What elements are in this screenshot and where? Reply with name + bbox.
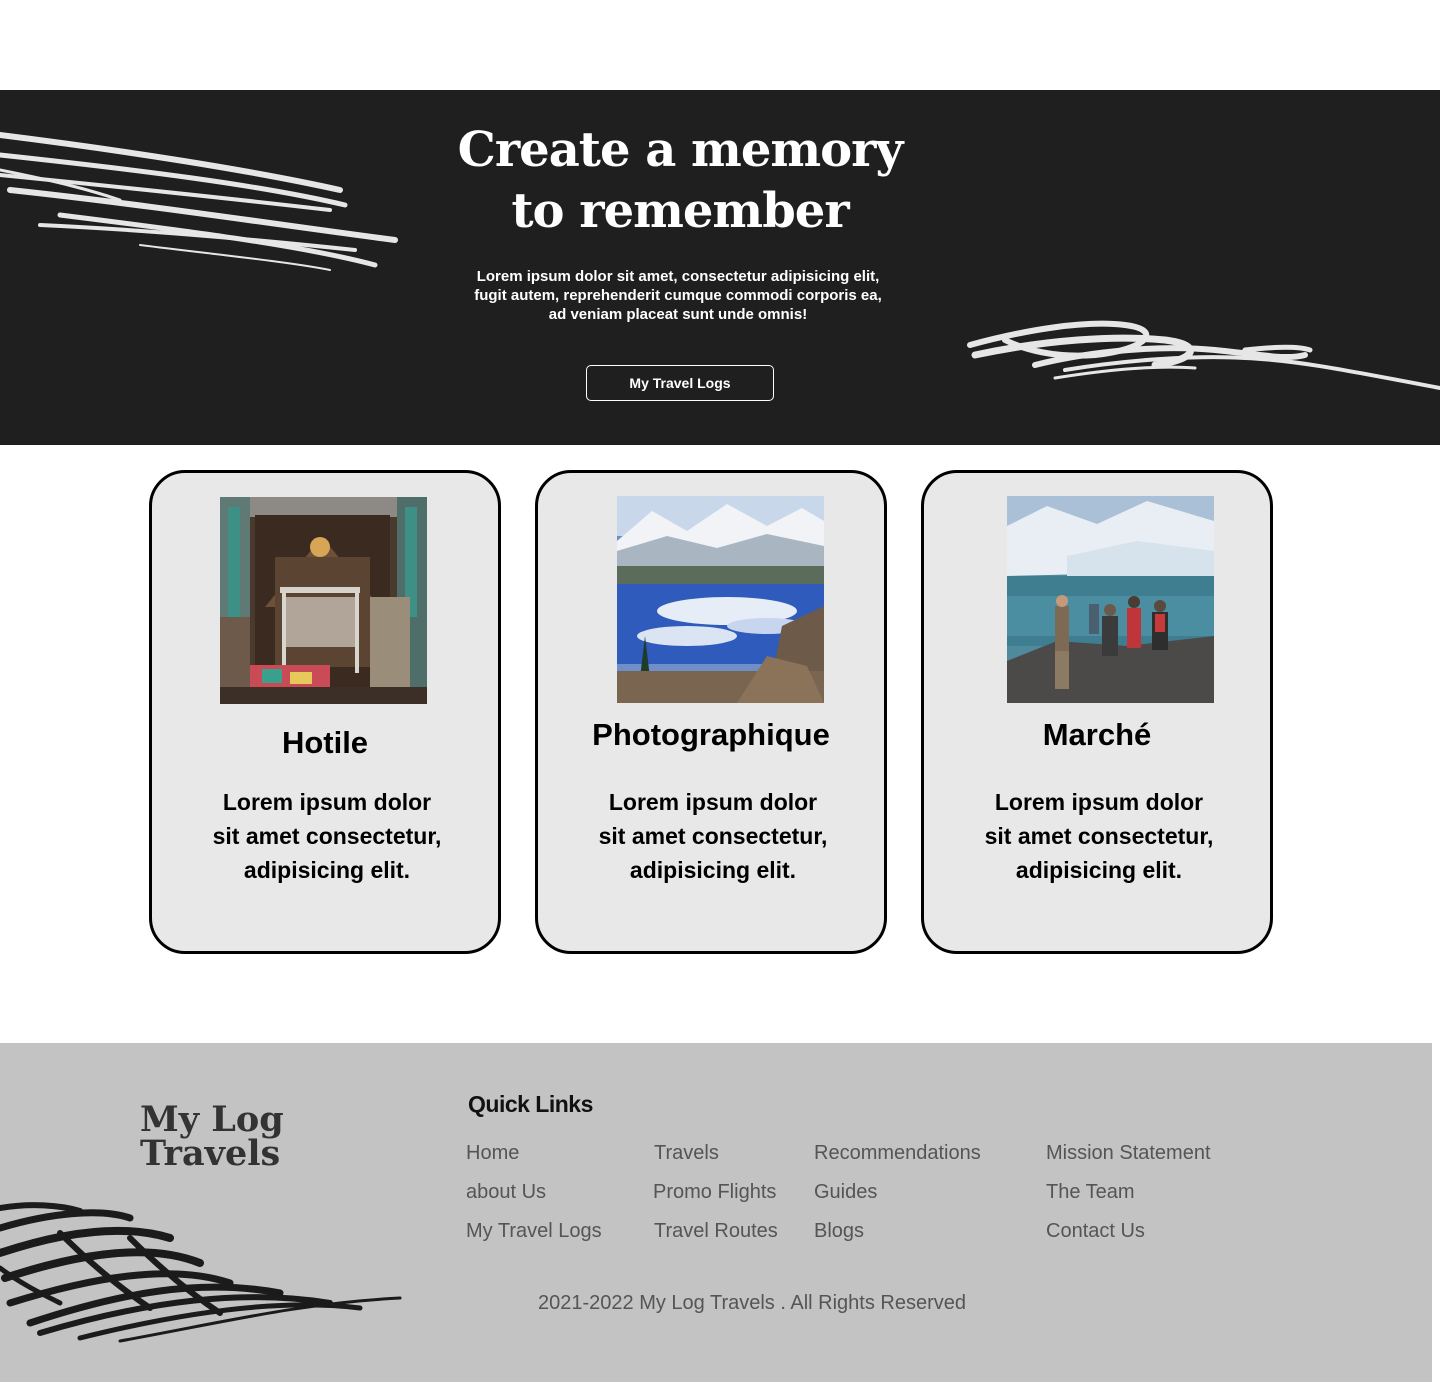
hero-banner: Create a memory to remember Lorem ipsum … bbox=[0, 90, 1440, 445]
footer-link-the-team[interactable]: The Team bbox=[1046, 1180, 1135, 1204]
footer-logo[interactable]: My Log Travels bbox=[140, 1102, 360, 1171]
card-hotile[interactable]: Hotile Lorem ipsum dolor sit amet consec… bbox=[149, 470, 501, 954]
hero-title: Create a memory to remember bbox=[457, 122, 904, 239]
footer-link-blogs[interactable]: Blogs bbox=[814, 1219, 864, 1243]
copyright-text: 2021-2022 My Log Travels . All Rights Re… bbox=[538, 1292, 966, 1314]
footer-link-mission-statement[interactable]: Mission Statement bbox=[1046, 1141, 1211, 1165]
my-travel-logs-button[interactable]: My Travel Logs bbox=[586, 365, 774, 401]
glacier-hikers-image bbox=[1007, 496, 1214, 703]
footer-link-my-travel-logs[interactable]: My Travel Logs bbox=[466, 1219, 602, 1243]
card-marche[interactable]: Marché Lorem ipsum dolor sit amet consec… bbox=[921, 470, 1273, 954]
footer-link-recommendations[interactable]: Recommendations bbox=[814, 1141, 981, 1165]
brush-stroke-decoration bbox=[0, 1202, 402, 1343]
hero-description: Lorem ipsum dolor sit amet, consectetur … bbox=[474, 268, 882, 323]
quick-links-title: Quick Links bbox=[468, 1091, 593, 1117]
hotel-room-image bbox=[220, 497, 427, 704]
card-title: Photographique bbox=[592, 717, 830, 752]
footer-link-promo-flights[interactable]: Promo Flights bbox=[653, 1180, 776, 1204]
footer-link-contact-us[interactable]: Contact Us bbox=[1046, 1219, 1145, 1243]
footer-link-about[interactable]: about Us bbox=[466, 1180, 546, 1204]
card-description: Lorem ipsum dolor sit amet consectetur, … bbox=[984, 789, 1214, 883]
card-photographique[interactable]: Photographique Lorem ipsum dolor sit ame… bbox=[535, 470, 887, 954]
mountain-lake-image bbox=[617, 496, 824, 703]
footer-link-home[interactable]: Home bbox=[466, 1141, 519, 1165]
card-description: Lorem ipsum dolor sit amet consectetur, … bbox=[212, 789, 442, 883]
brush-stroke-decoration bbox=[967, 320, 1440, 390]
footer-link-guides[interactable]: Guides bbox=[814, 1180, 877, 1204]
brush-stroke-decoration bbox=[0, 132, 398, 271]
footer-link-travel-routes[interactable]: Travel Routes bbox=[654, 1219, 778, 1243]
card-title: Marché bbox=[1042, 717, 1152, 752]
footer-link-travels[interactable]: Travels bbox=[654, 1141, 719, 1165]
site-footer: My Log Travels Quick Links Home about Us… bbox=[0, 1043, 1432, 1382]
card-description: Lorem ipsum dolor sit amet consectetur, … bbox=[598, 789, 828, 883]
card-title: Hotile bbox=[281, 725, 369, 760]
